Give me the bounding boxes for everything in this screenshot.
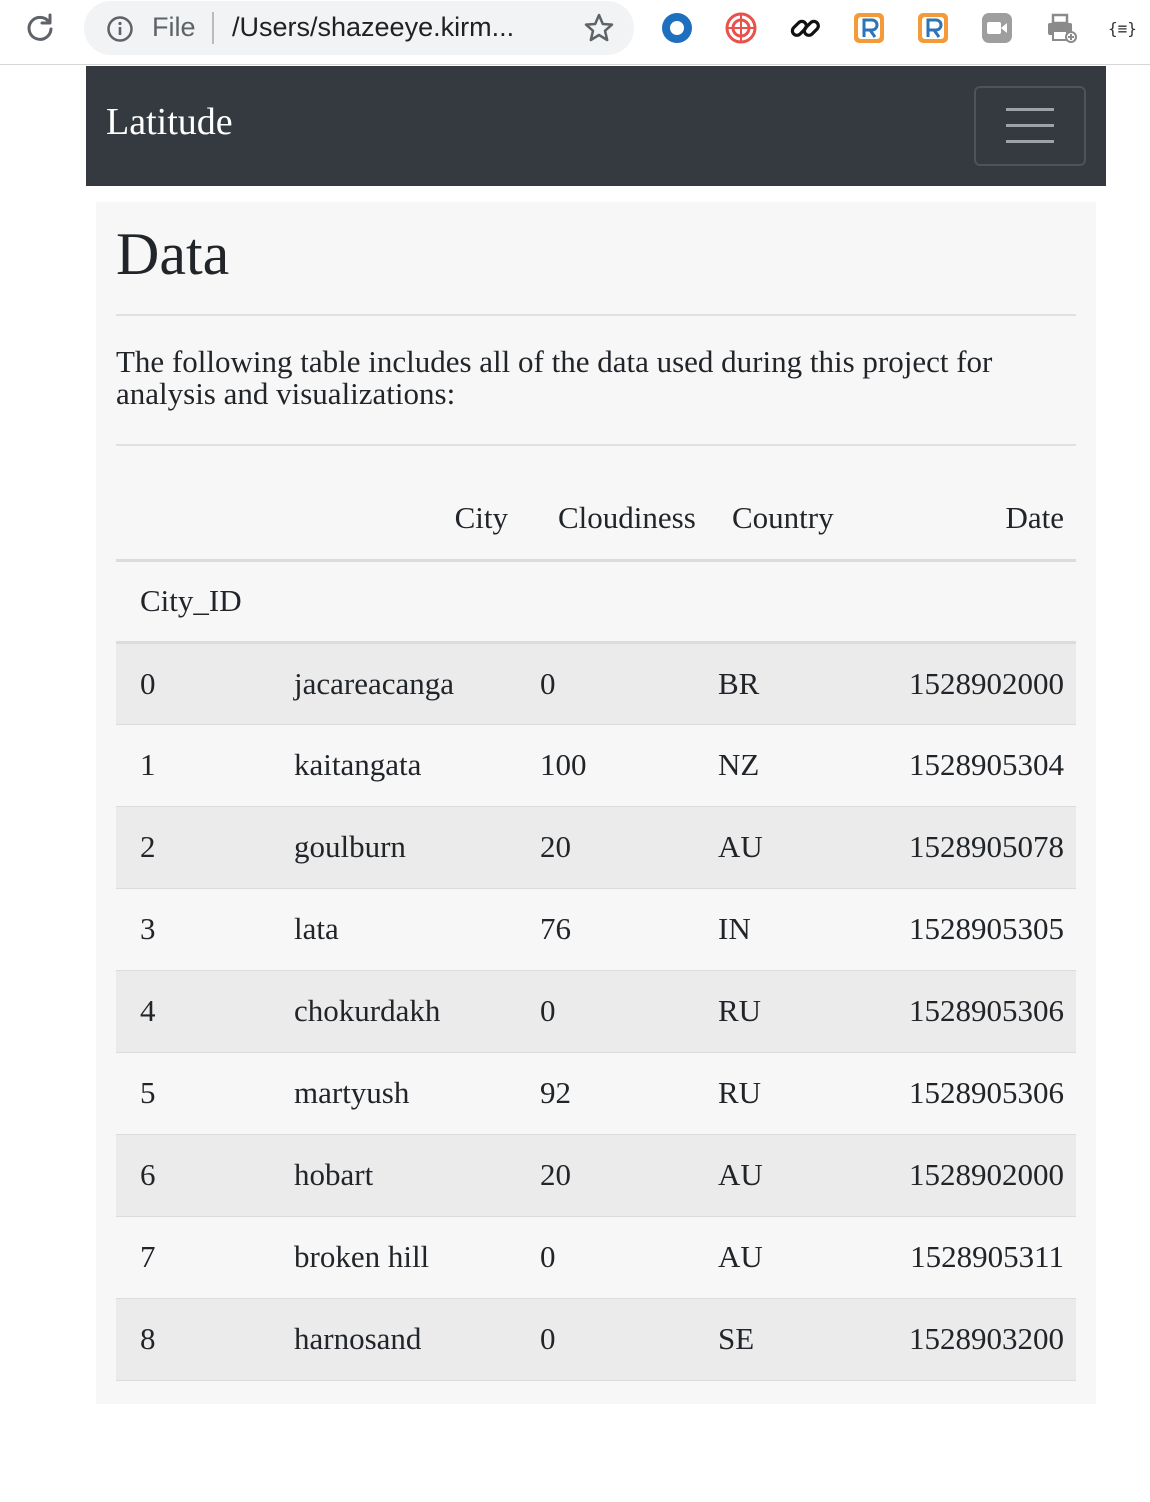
index-header-blank xyxy=(116,472,270,562)
index-name-row: City_ID xyxy=(116,560,1076,644)
cell-cloudiness: 92 xyxy=(524,1052,718,1135)
cell-country: AU xyxy=(718,1216,908,1299)
navbar-toggler-button[interactable] xyxy=(974,86,1086,166)
index-name-header: City_ID xyxy=(116,560,1076,644)
bookmark-star-icon[interactable] xyxy=(584,13,614,43)
r-extension-icon[interactable] xyxy=(852,11,886,45)
cell-city: broken hill xyxy=(270,1216,524,1299)
cell-country: RU xyxy=(718,970,908,1053)
cell-date: 1528905306 xyxy=(908,1052,1076,1135)
cell-date: 1528902000 xyxy=(908,642,1076,725)
cell-city: kaitangata xyxy=(270,724,524,807)
table-row: 0 jacareacanga 0 BR 1528902000 xyxy=(116,642,1076,725)
cell-date: 1528905078 xyxy=(908,806,1076,889)
table-row: 5 martyush 92 RU 1528905306 xyxy=(116,1052,1076,1135)
table-header-row: City Cloudiness Country Date xyxy=(116,472,1076,562)
printer-icon[interactable] xyxy=(1044,11,1078,45)
link-icon[interactable] xyxy=(788,11,822,45)
page-title: Data xyxy=(116,221,230,287)
table-row: 8 harnosand 0 SE 1528903200 xyxy=(116,1298,1076,1381)
cell-city-id: 3 xyxy=(116,888,270,971)
cell-cloudiness: 0 xyxy=(524,970,718,1053)
cell-city: lata xyxy=(270,888,524,971)
cell-city: hobart xyxy=(270,1134,524,1217)
cell-country: BR xyxy=(718,642,908,725)
url-text[interactable]: /Users/shazeeye.kirm... xyxy=(232,12,514,43)
cell-cloudiness: 100 xyxy=(524,724,718,807)
data-table: City Cloudiness Country Date City_ID 0 ja… xyxy=(116,472,1076,1381)
hamburger-icon xyxy=(1006,108,1054,111)
content-panel: Data The following table includes all of… xyxy=(96,202,1096,1404)
column-header-country: Country xyxy=(718,472,908,562)
spiral-icon[interactable] xyxy=(724,11,758,45)
table-row: 7 broken hill 0 AU 1528905311 xyxy=(116,1216,1076,1299)
cell-city-id: 1 xyxy=(116,724,270,807)
cell-cloudiness: 20 xyxy=(524,806,718,889)
divider xyxy=(116,314,1076,316)
info-icon[interactable] xyxy=(106,15,134,43)
cell-city: goulburn xyxy=(270,806,524,889)
cell-country: AU xyxy=(718,806,908,889)
cell-country: IN xyxy=(718,888,908,971)
navbar: Latitude xyxy=(86,66,1106,186)
cell-cloudiness: 0 xyxy=(524,1298,718,1381)
cell-city-id: 6 xyxy=(116,1134,270,1217)
cell-date: 1528902000 xyxy=(908,1134,1076,1217)
cell-date: 1528903200 xyxy=(908,1298,1076,1381)
opera-ring-icon[interactable] xyxy=(660,11,694,45)
cell-cloudiness: 20 xyxy=(524,1134,718,1217)
cell-city: jacareacanga xyxy=(270,642,524,725)
cell-date: 1528905304 xyxy=(908,724,1076,807)
cell-city-id: 8 xyxy=(116,1298,270,1381)
cell-city-id: 5 xyxy=(116,1052,270,1135)
table-row: 6 hobart 20 AU 1528902000 xyxy=(116,1134,1076,1217)
cell-city: harnosand xyxy=(270,1298,524,1381)
cell-city: chokurdakh xyxy=(270,970,524,1053)
json-icon[interactable]: {≡} xyxy=(1108,19,1148,53)
cell-city-id: 4 xyxy=(116,970,270,1053)
table-row: 4 chokurdakh 0 RU 1528905306 xyxy=(116,970,1076,1053)
file-scheme-label: File xyxy=(152,12,196,42)
cell-city-id: 7 xyxy=(116,1216,270,1299)
reload-icon[interactable] xyxy=(24,12,56,44)
cell-cloudiness: 0 xyxy=(524,642,718,725)
cell-cloudiness: 76 xyxy=(524,888,718,971)
cell-country: SE xyxy=(718,1298,908,1381)
hamburger-icon xyxy=(1006,140,1054,143)
navbar-brand[interactable]: Latitude xyxy=(106,100,233,144)
address-bar[interactable]: File /Users/shazeeye.kirm... xyxy=(84,1,634,55)
hamburger-icon xyxy=(1006,124,1054,127)
table-row: 1 kaitangata 100 NZ 1528905304 xyxy=(116,724,1076,807)
column-header-date: Date xyxy=(908,472,1076,562)
table-row: 3 lata 76 IN 1528905305 xyxy=(116,888,1076,971)
divider xyxy=(116,444,1076,446)
cell-date: 1528905305 xyxy=(908,888,1076,971)
browser-toolbar: File /Users/shazeeye.kirm... {≡} xyxy=(0,0,1150,65)
cell-city-id: 2 xyxy=(116,806,270,889)
intro-text: The following table includes all of the … xyxy=(116,344,993,411)
cell-date: 1528905311 xyxy=(908,1216,1076,1299)
table-body: 0 jacareacanga 0 BR 1528902000 1 kaitangata 100… xyxy=(116,642,1076,1381)
column-header-city: City xyxy=(270,472,524,562)
cell-country: AU xyxy=(718,1134,908,1217)
table-row: 2 goulburn 20 AU 1528905078 xyxy=(116,806,1076,889)
r-extension-icon-2[interactable] xyxy=(916,11,950,45)
cell-country: RU xyxy=(718,1052,908,1135)
cell-city-id: 0 xyxy=(116,642,270,725)
cell-country: NZ xyxy=(718,724,908,807)
address-separator xyxy=(212,12,214,44)
cell-cloudiness: 0 xyxy=(524,1216,718,1299)
cell-city: martyush xyxy=(270,1052,524,1135)
cell-date: 1528905306 xyxy=(908,970,1076,1053)
video-icon[interactable] xyxy=(980,11,1014,45)
column-header-cloudiness: Cloudiness xyxy=(524,472,718,562)
